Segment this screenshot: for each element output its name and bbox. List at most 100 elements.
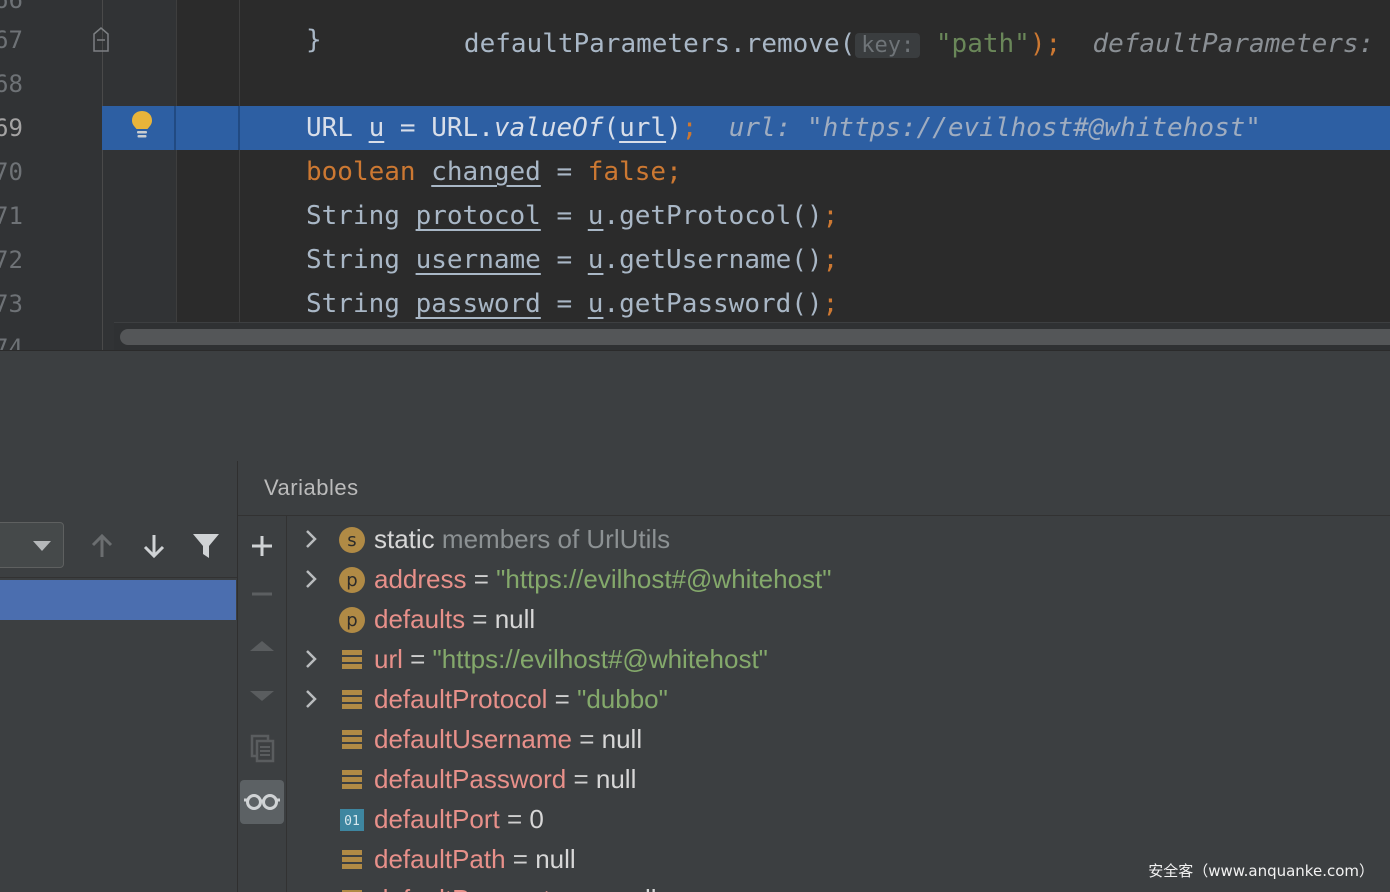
move-down-icon[interactable] (240, 674, 284, 718)
icon-letter: p (346, 610, 357, 631)
remove-watch-icon[interactable] (240, 572, 284, 616)
line-number[interactable]: 72 (0, 238, 34, 282)
variable-row[interactable]: defaultPassword = null (287, 759, 1390, 799)
variable-text: url = "https://evilhost#@whitehost" (374, 639, 768, 679)
variables-header: Variables (238, 461, 1390, 516)
arrow-down-icon[interactable] (139, 531, 169, 561)
parameter-icon: p (339, 567, 365, 593)
frames-pane (0, 461, 238, 892)
variable-name: defaultPath (374, 844, 506, 874)
ide-window: 66 67 68 69 70 71 72 73 74 defaultParameters.rem… (0, 0, 1390, 892)
field-icon (342, 690, 362, 709)
variable-value: null (535, 844, 576, 874)
debugger-toolbar (0, 405, 1390, 462)
line-number[interactable]: 67 (0, 18, 34, 62)
code-line-70: boolean changed = false; (306, 157, 682, 187)
parameter-icon: p (339, 607, 365, 633)
code-line-66: defaultParameters.remove(key: "path"); d… (463, 29, 1390, 59)
variable-name: defaultPort (374, 804, 500, 834)
code-editor[interactable]: 66 67 68 69 70 71 72 73 74 defaultParameters.rem… (0, 0, 1390, 350)
inline-debug-value: url: (728, 113, 807, 143)
fold-gutter[interactable] (176, 0, 240, 350)
field-icon (342, 770, 362, 789)
code-line-72: String username = u.getUsername(); (306, 245, 839, 275)
variable-value: 0 (529, 804, 544, 834)
variable-row[interactable]: defaultUsername = null (287, 719, 1390, 759)
variable-row[interactable]: defaultProtocol = "dubbo" (287, 679, 1390, 719)
equals-sign: = (586, 884, 616, 892)
horizontal-scrollbar[interactable] (114, 322, 1390, 350)
variables-tree: s static members of UrlUtils p address = "h… (287, 516, 1390, 892)
variable-text: defaultProtocol = "dubbo" (374, 679, 668, 719)
variable-value: "dubbo" (577, 684, 668, 714)
scrollbar-thumb[interactable] (120, 329, 1390, 345)
code-line-73: String password = u.getPassword(); (306, 289, 839, 319)
variable-row[interactable]: p address = "https://evilhost#@whitehost" (287, 559, 1390, 599)
variable-name: defaultProtocol (374, 684, 548, 714)
breakpoint-gutter[interactable] (102, 0, 177, 350)
param-hint: key: (855, 33, 921, 58)
watermark: 安全客（www.anquanke.com） (1144, 859, 1378, 882)
variable-name: defaultParameters (374, 884, 586, 892)
variables-pane: Variables s static members of UrlUtils p… (238, 461, 1390, 892)
equals-sign: = (505, 844, 536, 874)
line-number[interactable]: 71 (0, 194, 34, 238)
chevron-right-icon[interactable] (301, 567, 321, 591)
add-watch-icon[interactable] (240, 524, 284, 568)
move-up-icon[interactable] (240, 624, 284, 668)
variable-value: "https://evilhost#@whitehost" (432, 644, 768, 674)
line-number[interactable]: 74 (0, 326, 34, 350)
show-watches-glasses-icon[interactable] (240, 780, 284, 824)
equals-sign: = (466, 564, 497, 594)
variable-text: defaults = null (374, 599, 535, 639)
variable-text: defaultParameters = null (374, 879, 657, 892)
field-icon (342, 850, 362, 869)
variable-text: address = "https://evilhost#@whitehost" (374, 559, 832, 599)
chevron-right-icon[interactable] (301, 647, 321, 671)
line-number-gutter[interactable]: 66 67 68 69 70 71 72 73 74 (0, 0, 102, 350)
thread-selector-dropdown[interactable] (0, 522, 64, 568)
line-number[interactable]: 69 (0, 106, 34, 150)
field-icon (342, 650, 362, 669)
equals-sign: = (499, 804, 530, 834)
chevron-down-icon (33, 541, 51, 551)
code-line-71: String protocol = u.getProtocol(); (306, 201, 839, 231)
variable-name: defaultPassword (374, 764, 567, 794)
line-number[interactable]: 73 (0, 282, 34, 326)
icon-label: 01 (344, 814, 360, 829)
lightbulb-icon[interactable] (131, 110, 153, 140)
equals-sign: = (566, 764, 596, 794)
variable-name: defaultUsername (374, 724, 572, 754)
variable-value: null (494, 604, 536, 634)
fold-marker-icon[interactable] (93, 26, 109, 52)
variables-side-toolbar (238, 516, 287, 892)
variable-description: members of UrlUtils (441, 524, 671, 554)
variable-value: "https://evilhost#@whitehost" (496, 564, 832, 594)
chevron-right-icon[interactable] (301, 687, 321, 711)
code-line-69: URL u = URL.valueOf(url); url: "https://… (306, 113, 1261, 143)
chevron-right-icon[interactable] (301, 527, 321, 551)
line-number[interactable]: 70 (0, 150, 34, 194)
variable-row[interactable]: s static members of UrlUtils (287, 519, 1390, 559)
variable-name: defaults (374, 604, 466, 634)
filter-icon[interactable] (191, 531, 221, 561)
variable-name: static (374, 524, 435, 554)
field-icon (342, 730, 362, 749)
equals-sign: = (402, 644, 433, 674)
code-line-67: } (306, 25, 322, 55)
line-number[interactable]: 68 (0, 62, 34, 106)
variables-title: Variables (264, 475, 359, 500)
selected-stack-frame[interactable] (0, 580, 236, 620)
variable-text: defaultUsername = null (374, 719, 642, 759)
variable-text: defaultPassword = null (374, 759, 636, 799)
icon-letter: p (346, 570, 357, 591)
debug-tool-window-header (0, 350, 1390, 406)
variable-row[interactable]: p defaults = null (287, 599, 1390, 639)
variable-value: null (601, 724, 643, 754)
arrow-up-icon[interactable] (87, 531, 117, 561)
duplicate-watch-icon[interactable] (240, 726, 284, 770)
variable-row[interactable]: 01 defaultPort = 0 (287, 799, 1390, 839)
variable-row[interactable]: url = "https://evilhost#@whitehost" (287, 639, 1390, 679)
equals-sign: = (572, 724, 602, 754)
equals-sign: = (547, 684, 578, 714)
